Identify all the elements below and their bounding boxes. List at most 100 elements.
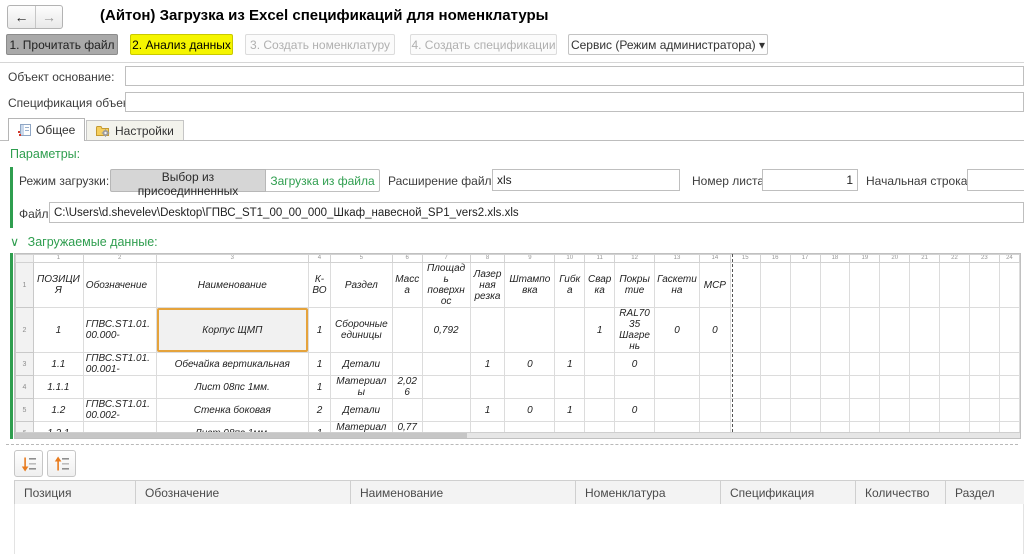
grid-column-number[interactable]: 1 — [32, 254, 84, 263]
grid-cell[interactable] — [998, 307, 1020, 353]
grid-cell[interactable] — [849, 398, 881, 422]
grid-cell[interactable] — [819, 352, 851, 376]
grid-cell[interactable]: 0 — [614, 398, 656, 422]
extension-input[interactable] — [492, 169, 680, 191]
forward-icon[interactable]: → — [35, 6, 62, 28]
grid-cell[interactable] — [759, 375, 791, 399]
grid-column-number[interactable]: 2 — [82, 254, 157, 263]
grid-cell[interactable] — [654, 398, 700, 422]
grid-cell[interactable]: Стенка боковая — [155, 398, 310, 422]
grid-cell[interactable]: Детали — [329, 352, 393, 376]
grid-cell[interactable] — [939, 352, 970, 376]
grid-row-number[interactable]: 4 — [15, 375, 34, 399]
grid-cell[interactable] — [819, 307, 851, 353]
mode-attached-button[interactable]: Выбор из присоединненных — [110, 169, 266, 198]
grid-cell[interactable]: Материалы — [329, 375, 393, 399]
grid-cell[interactable] — [584, 398, 616, 422]
grid-header-cell[interactable]: Площадь поверхнос — [421, 262, 471, 308]
grid-header-cell[interactable]: Штамповка — [504, 262, 556, 308]
grid-cell[interactable] — [819, 398, 851, 422]
grid-header-cell[interactable]: К-ВО — [308, 262, 331, 308]
grid-cell[interactable] — [554, 375, 586, 399]
grid-header-cell[interactable]: Гаскетина — [654, 262, 700, 308]
grid-cell[interactable] — [909, 352, 941, 376]
grid-cell[interactable] — [729, 398, 761, 422]
grid-column-number[interactable]: 7 — [421, 254, 471, 263]
grid-cell[interactable] — [82, 375, 157, 399]
grid-column-number[interactable]: 9 — [504, 254, 556, 263]
grid-cell[interactable] — [698, 398, 731, 422]
grid-cell[interactable] — [554, 307, 586, 353]
grid-column-number[interactable]: 8 — [469, 254, 506, 263]
grid-cell[interactable] — [759, 307, 791, 353]
grid-cell[interactable] — [998, 352, 1020, 376]
result-table-body[interactable] — [14, 504, 1024, 554]
fill-up-button[interactable] — [47, 450, 76, 477]
grid-cell[interactable] — [789, 352, 821, 376]
grid-cell[interactable] — [584, 375, 616, 399]
grid-column-number[interactable]: 4 — [308, 254, 331, 263]
grid-row-number[interactable]: 2 — [15, 307, 34, 353]
grid-cell[interactable] — [504, 307, 556, 353]
base-object-input[interactable] — [125, 66, 1024, 86]
grid-cell[interactable] — [759, 262, 791, 308]
grid-cell[interactable]: 1 — [584, 307, 616, 353]
grid-column-number[interactable]: 17 — [789, 254, 821, 263]
grid-cell[interactable] — [469, 375, 506, 399]
grid-cell[interactable] — [968, 352, 1000, 376]
grid-cell[interactable] — [469, 307, 506, 353]
grid-column-number[interactable]: 22 — [939, 254, 970, 263]
grid-cell[interactable]: Обечайка вертикальная — [155, 352, 310, 376]
grid-cell[interactable]: 0,792 — [421, 307, 471, 353]
grid-header-cell[interactable]: Раздел — [329, 262, 393, 308]
grid-cell[interactable]: ГПВС.ST1.01.00.001- — [82, 352, 157, 376]
grid-column-number[interactable]: 13 — [654, 254, 700, 263]
grid-cell[interactable]: Детали — [329, 398, 393, 422]
analyze-data-button[interactable]: 2. Анализ данных — [130, 34, 233, 55]
grid-cell[interactable]: Корпус ЩМП — [155, 307, 310, 353]
grid-cell[interactable]: 0 — [504, 352, 556, 376]
grid-column-number[interactable]: 6 — [391, 254, 423, 263]
grid-cell[interactable] — [729, 262, 761, 308]
grid-column-number[interactable]: 3 — [155, 254, 310, 263]
grid-cell[interactable] — [504, 375, 556, 399]
grid-cell[interactable] — [879, 398, 911, 422]
grid-column-number[interactable]: 18 — [819, 254, 851, 263]
grid-row-number[interactable]: 5 — [15, 398, 34, 422]
grid-header-cell[interactable]: Обозначение — [82, 262, 157, 308]
grid-cell[interactable] — [879, 352, 911, 376]
grid-horizontal-scrollbar[interactable] — [15, 432, 1020, 438]
grid-cell[interactable]: ГПВС.ST1.01.00.002- — [82, 398, 157, 422]
file-path-input[interactable] — [49, 202, 1024, 223]
grid-cell[interactable]: 1 — [308, 375, 331, 399]
grid-cell[interactable]: 1 — [554, 352, 586, 376]
grid-header-cell[interactable]: МСР — [698, 262, 731, 308]
grid-cell[interactable]: 0 — [698, 307, 731, 353]
grid-cell[interactable] — [654, 352, 700, 376]
grid-cell[interactable] — [909, 375, 941, 399]
grid-cell[interactable] — [849, 262, 881, 308]
grid-cell[interactable]: 1 — [32, 307, 84, 353]
back-icon[interactable]: ← — [8, 6, 35, 28]
grid-column-number[interactable]: 10 — [554, 254, 586, 263]
grid-column-number[interactable]: 24 — [998, 254, 1020, 263]
grid-row-number[interactable]: 1 — [15, 262, 34, 308]
grid-column-number[interactable]: 15 — [729, 254, 761, 263]
grid-cell[interactable] — [968, 307, 1000, 353]
grid-cell[interactable]: ГПВС.ST1.01.00.000- — [82, 307, 157, 353]
grid-cell[interactable] — [698, 352, 731, 376]
grid-cell[interactable] — [939, 375, 970, 399]
grid-header-cell[interactable]: Гибка — [554, 262, 586, 308]
grid-cell[interactable] — [849, 307, 881, 353]
grid-cell[interactable] — [421, 375, 471, 399]
start-row-input[interactable] — [967, 169, 1024, 191]
grid-cell[interactable] — [879, 375, 911, 399]
grid-cell[interactable]: 1.1 — [32, 352, 84, 376]
grid-cell[interactable] — [421, 352, 471, 376]
scrollbar-thumb[interactable] — [15, 433, 468, 438]
grid-cell[interactable] — [789, 307, 821, 353]
grid-cell[interactable]: 0 — [614, 352, 656, 376]
grid-cell[interactable]: 1.1.1 — [32, 375, 84, 399]
grid-cell[interactable] — [998, 262, 1020, 308]
fill-down-button[interactable] — [14, 450, 43, 477]
